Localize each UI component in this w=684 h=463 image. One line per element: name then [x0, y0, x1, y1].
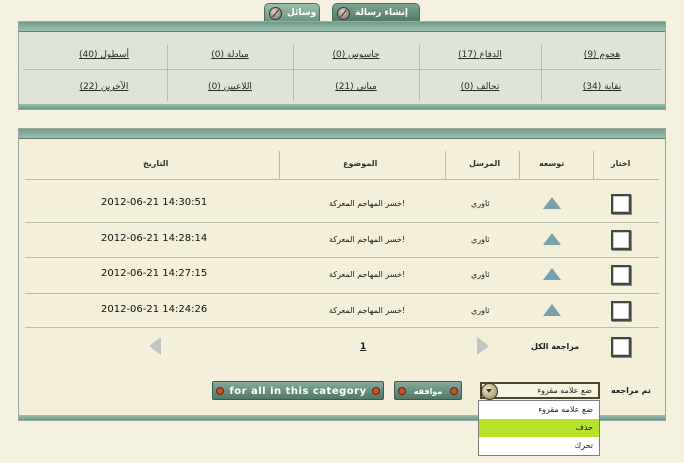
- tab-icon: [337, 7, 350, 20]
- row-date: 2012-06-21 14:24:26: [101, 304, 208, 315]
- row-subject[interactable]: خسر المهاجم المعركة!: [329, 199, 405, 208]
- select-all-label: مراجعة الكل: [531, 342, 580, 351]
- category-players[interactable]: اللاعبين (0): [167, 73, 293, 101]
- row-date: 2012-06-21 14:28:14: [101, 233, 208, 244]
- chevron-down-icon[interactable]: [481, 383, 498, 400]
- row-checkbox[interactable]: [611, 194, 631, 214]
- row-divider: [25, 293, 659, 294]
- panel-header-strip: [19, 129, 665, 139]
- next-page-icon[interactable]: [477, 337, 489, 355]
- header-divider: [25, 179, 659, 180]
- header-sender: المرسل: [469, 159, 501, 168]
- row-sender: ثاوري: [471, 270, 490, 279]
- expand-icon[interactable]: [543, 304, 561, 316]
- header-divider: [445, 151, 446, 179]
- tab-compose[interactable]: إنشاء رسالة: [332, 3, 420, 22]
- category-buildings[interactable]: مباني (21): [293, 73, 419, 101]
- action-dropdown: ضع علامه مقروء حذف تحرك: [478, 400, 600, 456]
- ok-button[interactable]: موافقه: [394, 381, 462, 400]
- header-divider: [279, 151, 280, 179]
- tab-messages[interactable]: وسائل: [264, 3, 320, 22]
- tab-messages-label: وسائل: [287, 8, 317, 18]
- category-panel: هجوم (9) الدفاع (17) جاسوس (0) مبادلة (0…: [18, 21, 666, 110]
- action-select[interactable]: ضع علامه مقروء: [480, 382, 600, 400]
- button-rivet-icon: [450, 387, 458, 395]
- select-all-checkbox[interactable]: [611, 337, 631, 357]
- dropdown-option-mark-read[interactable]: ضع علامه مقروء: [479, 401, 599, 419]
- row-subject[interactable]: خسر المهاجم المعركة!: [329, 270, 405, 279]
- category-trade[interactable]: مبادلة (0): [167, 41, 293, 69]
- category-alliance[interactable]: تحالف (0): [417, 73, 543, 101]
- row-divider: [25, 327, 659, 328]
- action-select-value: ضع علامه مقروء: [537, 386, 592, 395]
- row-divider: [25, 222, 659, 223]
- header-subject: الموضوع: [343, 159, 378, 168]
- tab-compose-label: إنشاء رسالة: [355, 8, 408, 18]
- category-defense[interactable]: الدفاع (17): [417, 41, 543, 69]
- row-sender: ثاوري: [471, 199, 490, 208]
- category-spy[interactable]: جاسوس (0): [293, 41, 419, 69]
- category-others[interactable]: الآخرين (22): [41, 73, 167, 101]
- header-date: التاريخ: [143, 159, 169, 168]
- reviewed-label: تم مراجعه: [611, 386, 651, 395]
- page-number[interactable]: 1: [360, 342, 366, 352]
- row-sender: ثاوري: [471, 235, 490, 244]
- row-checkbox[interactable]: [611, 265, 631, 285]
- dropdown-option-move[interactable]: تحرك: [479, 437, 599, 455]
- prev-page-icon[interactable]: [149, 337, 161, 355]
- expand-icon[interactable]: [543, 197, 561, 209]
- tab-icon: [269, 7, 282, 20]
- category-attack[interactable]: هجوم (9): [539, 41, 665, 69]
- row-date: 2012-06-21 14:30:51: [101, 197, 208, 208]
- category-fleet[interactable]: أسطول (40): [41, 41, 167, 69]
- category-guild[interactable]: نقابة (34): [539, 73, 665, 101]
- header-select: اختار: [611, 159, 631, 168]
- dropdown-option-delete[interactable]: حذف: [479, 419, 599, 437]
- button-rivet-icon: [372, 387, 380, 395]
- panel-header-strip: [19, 22, 665, 32]
- grid-divider: [23, 69, 661, 70]
- row-checkbox[interactable]: [611, 301, 631, 321]
- button-rivet-icon: [398, 387, 406, 395]
- row-date: 2012-06-21 14:27:15: [101, 268, 208, 279]
- row-subject[interactable]: خسر المهاجم المعركة!: [329, 306, 405, 315]
- row-divider: [25, 257, 659, 258]
- header-divider: [593, 151, 594, 179]
- row-sender: ثاوري: [471, 306, 490, 315]
- expand-icon[interactable]: [543, 268, 561, 280]
- messages-panel: اختار توسعه المرسل الموضوع التاريخ ثاوري…: [18, 128, 666, 421]
- row-checkbox[interactable]: [611, 230, 631, 250]
- header-expand: توسعه: [539, 159, 565, 168]
- expand-icon[interactable]: [543, 233, 561, 245]
- ok-button-label: موافقه: [413, 387, 443, 396]
- apply-category-button[interactable]: for all in this category: [212, 381, 384, 400]
- row-subject[interactable]: خسر المهاجم المعركة!: [329, 235, 405, 244]
- header-divider: [519, 151, 520, 179]
- button-rivet-icon: [216, 387, 224, 395]
- panel-footer-strip: [19, 104, 665, 109]
- apply-category-button-label: for all in this category: [229, 386, 367, 397]
